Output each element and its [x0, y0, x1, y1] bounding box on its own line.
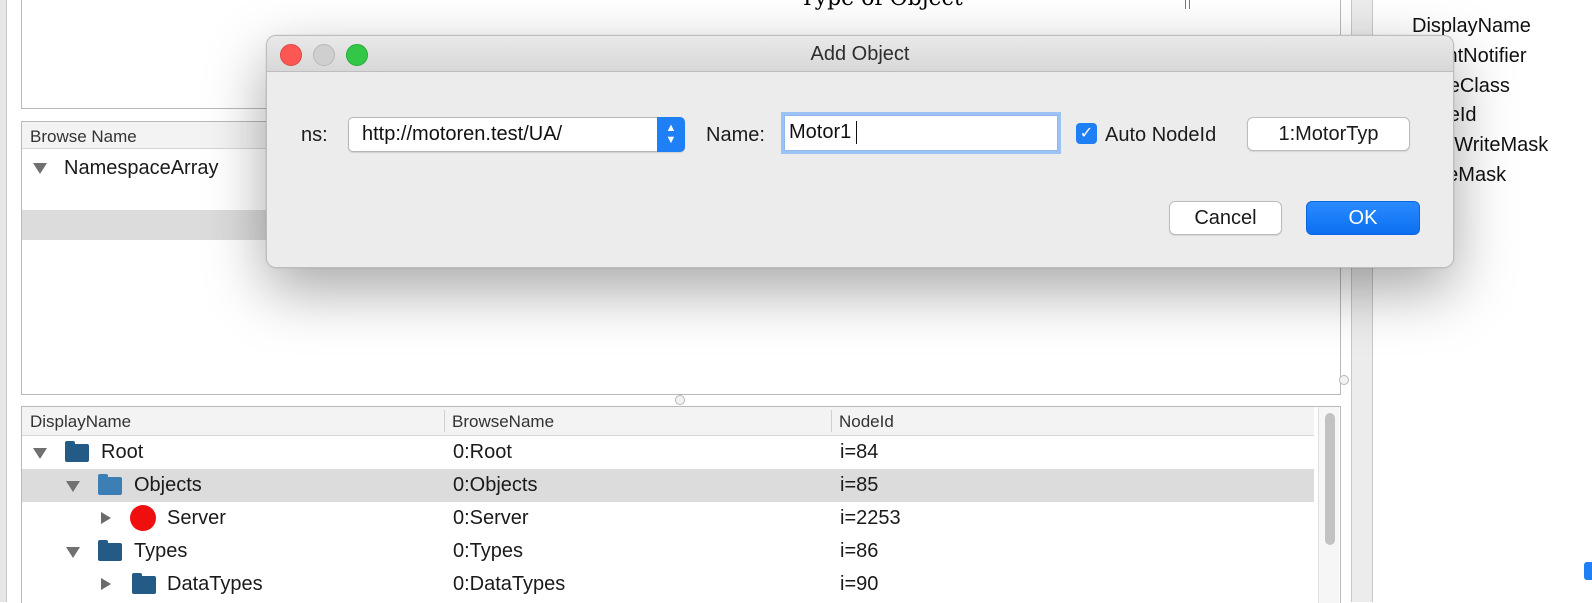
folder-dark-icon — [98, 540, 122, 561]
disclosure-triangle-expanded-icon[interactable] — [33, 448, 47, 459]
splitter-handle[interactable] — [675, 395, 685, 405]
splitter-handle-vertical[interactable] — [1339, 375, 1349, 385]
datatypes-browse-name: 0:DataTypes — [453, 573, 566, 595]
column-divider[interactable] — [444, 410, 445, 432]
tree-row-server[interactable]: Server 0:Server i=2253 — [22, 502, 1314, 535]
browse-name-header-label: Browse Name — [30, 127, 137, 146]
server-display-name: Server — [167, 507, 226, 529]
tree-row-types[interactable]: Types 0:Types i=86 — [22, 535, 1314, 568]
column-divider[interactable] — [831, 410, 832, 432]
tree-scrollbar[interactable] — [1318, 407, 1339, 603]
tree-row-objects[interactable]: Objects 0:Objects i=85 — [22, 469, 1314, 502]
disclosure-triangle-expanded-icon[interactable] — [66, 481, 80, 492]
type-selector-button[interactable]: 1:MotorTyp — [1247, 117, 1410, 151]
cancel-button[interactable]: Cancel — [1169, 201, 1282, 235]
type-selector-label: 1:MotorTyp — [1278, 123, 1379, 145]
types-display-name: Types — [134, 540, 188, 562]
ns-label: ns: — [301, 124, 328, 146]
dialog-title: Add Object — [810, 43, 910, 65]
text-caret — [856, 121, 857, 144]
folder-light-icon — [98, 474, 122, 495]
root-browse-name: 0:Root — [453, 441, 512, 463]
column-header-nodeid[interactable]: NodeId — [839, 412, 894, 432]
combobox-stepper-icon[interactable]: ▲ ▼ — [657, 117, 685, 152]
objects-display-name: Objects — [134, 474, 202, 496]
tree-scrollbar-thumb[interactable] — [1325, 413, 1335, 545]
dialog-titlebar[interactable]: Add Object — [267, 36, 1453, 72]
namespace-value: http://motoren.test/UA/ — [362, 123, 563, 145]
tree-header: DisplayName BrowseName NodeId — [22, 407, 1314, 436]
server-browse-name: 0:Server — [453, 507, 529, 529]
objects-browse-name: 0:Objects — [453, 474, 538, 496]
root-display-name: Root — [101, 441, 144, 463]
types-browse-name: 0:Types — [453, 540, 524, 562]
add-object-dialog: Add Object ns: http://motoren.test/UA/ ▲… — [266, 35, 1454, 268]
red-circle-icon — [130, 505, 156, 531]
top-panel-text: Type of Object — [800, 0, 963, 11]
cancel-button-label: Cancel — [1194, 207, 1257, 229]
text-cursor-marker — [1185, 0, 1190, 9]
column-header-browsename[interactable]: BrowseName — [452, 412, 554, 432]
namespace-array-label: NamespaceArray — [64, 157, 219, 179]
disclosure-triangle-expanded-icon[interactable] — [33, 163, 47, 174]
tree-row-datatypes[interactable]: DataTypes 0:DataTypes i=90 — [22, 568, 1314, 601]
name-label: Name: — [706, 124, 765, 146]
edge-indicator — [1584, 562, 1592, 580]
server-node-id: i=2253 — [840, 507, 901, 529]
types-node-id: i=86 — [840, 540, 879, 562]
root-node-id: i=84 — [840, 441, 879, 463]
name-input[interactable]: Motor1 — [784, 115, 1058, 151]
objects-node-id: i=85 — [840, 474, 879, 496]
namespace-combobox[interactable]: http://motoren.test/UA/ ▲ ▼ — [348, 117, 685, 152]
folder-dark-icon — [65, 441, 89, 462]
disclosure-triangle-collapsed-icon[interactable] — [101, 578, 111, 590]
tree-row-root[interactable]: Root 0:Root i=84 — [22, 436, 1314, 469]
datatypes-display-name: DataTypes — [167, 573, 263, 595]
folder-dark-icon — [132, 573, 156, 594]
address-space-tree: DisplayName BrowseName NodeId Root 0:Roo… — [21, 406, 1341, 603]
auto-nodeid-label[interactable]: Auto NodeId — [1105, 124, 1216, 147]
datatypes-node-id: i=90 — [840, 573, 879, 595]
left-window-edge — [0, 0, 7, 602]
auto-nodeid-checkbox[interactable]: ✓ — [1076, 123, 1097, 144]
name-input-value: Motor1 — [789, 121, 852, 143]
disclosure-triangle-expanded-icon[interactable] — [66, 547, 80, 558]
column-header-displayname[interactable]: DisplayName — [30, 412, 131, 432]
ok-button-label: OK — [1348, 207, 1378, 229]
ok-button[interactable]: OK — [1306, 201, 1420, 235]
disclosure-triangle-collapsed-icon[interactable] — [101, 512, 111, 524]
